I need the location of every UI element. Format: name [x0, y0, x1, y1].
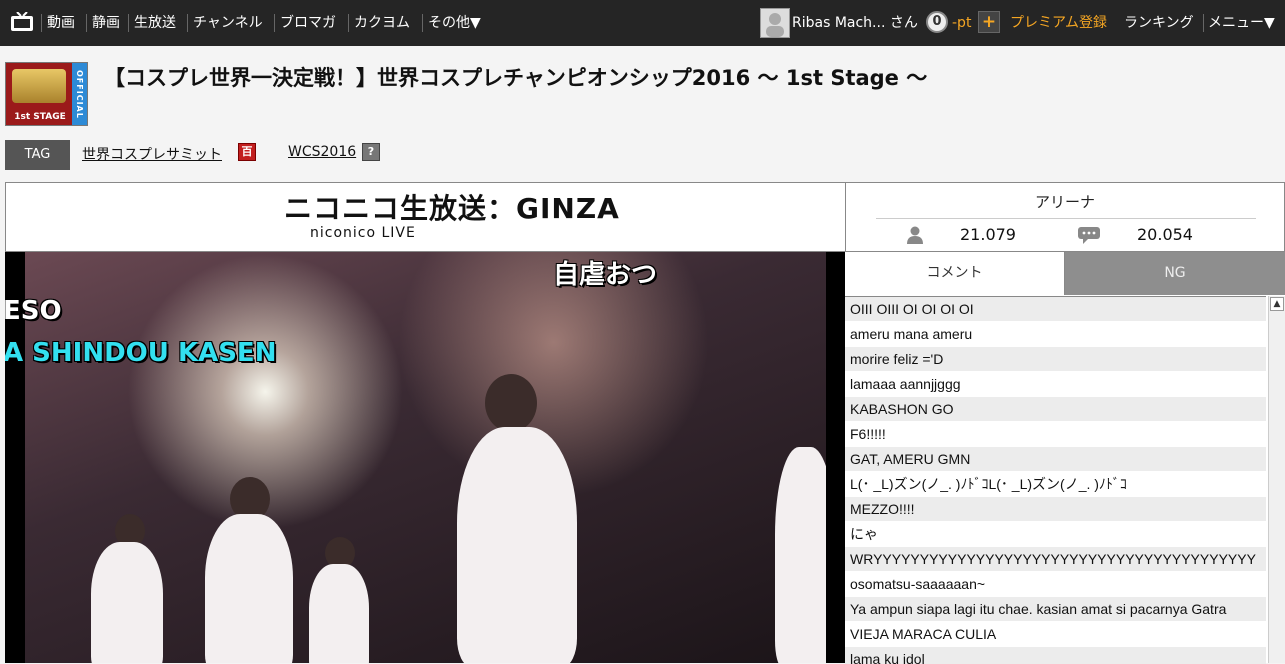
- scroll-up-icon[interactable]: ▲: [1270, 297, 1284, 311]
- nav-item-other-dropdown[interactable]: その他▼: [428, 15, 481, 31]
- tag-link-world-cosplay-summit[interactable]: 世界コスプレサミット: [82, 144, 222, 164]
- comment-bubble-icon: [1078, 227, 1100, 244]
- video-player[interactable]: 自虐おつ ESO A SHINDOU KASEN: [5, 252, 846, 663]
- nav-divider: [187, 14, 188, 32]
- niconico-tv-icon[interactable]: [10, 12, 34, 32]
- list-item[interactable]: WRYYYYYYYYYYYYYYYYYYYYYYYYYYYYYYYYYYYYYY…: [845, 547, 1266, 572]
- list-item[interactable]: morire feliz ='D: [845, 347, 1266, 372]
- performer-figure: [775, 447, 826, 663]
- comment-list[interactable]: OIII OIII OI OI OI OI ameru mana ameru m…: [845, 296, 1266, 664]
- official-badge: OFFICIAL: [72, 63, 87, 125]
- list-item[interactable]: ameru mana ameru: [845, 322, 1266, 347]
- page-title: 【コスプレ世界一決定戦！】世界コスプレチャンピオンシップ2016 ～ 1st S…: [104, 66, 928, 90]
- list-item[interactable]: L(･ _L)ズン(ノ_. )ﾉﾄﾞｺL(･ _L)ズン(ノ_. )ﾉﾄﾞｺ: [845, 472, 1266, 497]
- comment-overlay-text: 自虐おつ: [553, 260, 658, 290]
- premium-register-link[interactable]: プレミアム登録: [1010, 15, 1107, 31]
- room-name: アリーナ: [1034, 193, 1095, 211]
- comment-panel: コメント NG OIII OIII OI OI OI OI ameru mana…: [845, 252, 1285, 664]
- comment-overlay-text: A SHINDOU KASEN: [5, 338, 277, 368]
- tab-comment[interactable]: コメント: [845, 252, 1065, 295]
- channel-thumbnail[interactable]: 1st STAGE OFFICIAL: [5, 62, 88, 126]
- nav-divider: [128, 14, 129, 32]
- top-nav-bar: 動画 静画 生放送 チャンネル ブロマガ カクヨム その他▼ Ribas Mac…: [0, 0, 1285, 46]
- nav-divider: [1203, 14, 1204, 32]
- performer-figure: [457, 427, 577, 663]
- list-item[interactable]: GAT, AMERU GMN: [845, 447, 1266, 472]
- nav-item-channel[interactable]: チャンネル: [193, 15, 263, 31]
- list-item[interactable]: VIEJA MARACA CULIA: [845, 622, 1266, 647]
- thumbnail-stage-label: 1st STAGE: [14, 112, 66, 122]
- comment-count: 20.054: [1137, 225, 1193, 244]
- performer-figure: [205, 514, 293, 663]
- brand-main-text: ニコニコ生放送：GINZA: [284, 192, 620, 225]
- comment-overlay-text: ESO: [5, 296, 62, 326]
- user-name[interactable]: Ribas Mach... さん: [792, 15, 918, 31]
- nav-divider: [348, 14, 349, 32]
- tab-ng[interactable]: NG: [1065, 252, 1285, 295]
- nav-item-blomaga[interactable]: ブロマガ: [280, 15, 336, 31]
- brand-sub-text: niconico LIVE: [310, 225, 416, 241]
- add-points-icon[interactable]: +: [978, 11, 1000, 33]
- user-silhouette-icon: [766, 13, 784, 37]
- nav-divider: [274, 14, 275, 32]
- list-item[interactable]: Ya ampun siapa lagi itu chae. kasian ama…: [845, 597, 1266, 622]
- room-stats-panel: アリーナ 21.079 20.054: [845, 182, 1285, 252]
- ranking-link[interactable]: ランキング: [1124, 15, 1194, 31]
- nav-divider: [422, 14, 423, 32]
- points-badge[interactable]: 0: [926, 11, 948, 33]
- stream-header-banner: ニコニコ生放送：GINZA niconico LIVE: [5, 182, 846, 252]
- performer-figure: [91, 542, 163, 663]
- menu-dropdown[interactable]: メニュー▼: [1208, 15, 1275, 31]
- list-item[interactable]: osomatsu-saaaaaan~: [845, 572, 1266, 597]
- video-frame[interactable]: [25, 252, 826, 663]
- performer-figure: [309, 564, 369, 663]
- encyclopedia-icon[interactable]: 百: [238, 143, 256, 161]
- nav-item-kakuyomu[interactable]: カクヨム: [354, 15, 410, 31]
- list-item[interactable]: KABASHON GO: [845, 397, 1266, 422]
- comment-scrollbar[interactable]: ▲: [1268, 296, 1285, 663]
- viewer-count: 21.079: [960, 225, 1016, 244]
- list-item[interactable]: F6!!!!!: [845, 422, 1266, 447]
- list-item[interactable]: lamaaa aannjjggg: [845, 372, 1266, 397]
- list-item[interactable]: OIII OIII OI OI OI OI: [845, 297, 1266, 322]
- avatar[interactable]: [760, 8, 790, 38]
- points-unit: -pt: [952, 15, 972, 31]
- nav-item-video[interactable]: 動画: [47, 15, 75, 31]
- niconico-live-ginza-logo[interactable]: ニコニコ生放送：GINZA niconico LIVE: [284, 192, 620, 243]
- list-item[interactable]: MEZZO!!!!: [845, 497, 1266, 522]
- nav-item-seiga[interactable]: 静画: [92, 15, 120, 31]
- nav-divider: [86, 14, 87, 32]
- tag-link-wcs2016[interactable]: WCS2016: [288, 144, 356, 160]
- stats-divider: [876, 218, 1256, 219]
- list-item[interactable]: lama ku idol: [845, 647, 1266, 664]
- nav-divider: [41, 14, 42, 32]
- question-icon[interactable]: ?: [362, 143, 380, 161]
- nav-item-live[interactable]: 生放送: [134, 15, 176, 31]
- wcs-logo-icon: [12, 69, 66, 103]
- list-item[interactable]: にゃ: [845, 522, 1266, 547]
- performer-figure: [485, 374, 537, 432]
- tag-label: TAG: [5, 140, 70, 170]
- viewer-person-icon: [907, 226, 923, 244]
